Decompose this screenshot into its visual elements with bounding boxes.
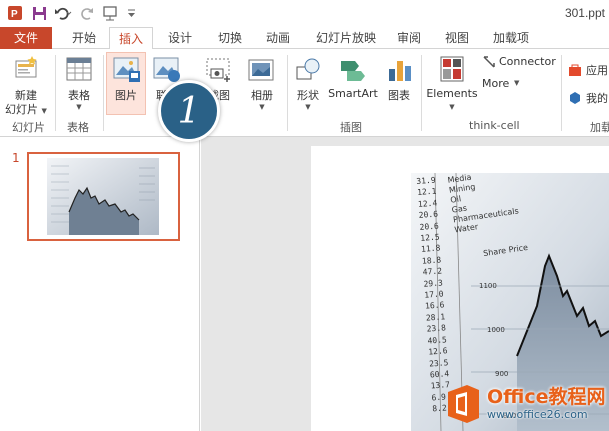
tab-design[interactable]: 设计 [160,27,200,49]
watermark-brand: Office教程网 [487,386,606,408]
document-filename: 301.ppt [564,6,605,20]
table-label: 表格 [68,89,90,102]
table-dropdown-icon: ▼ [76,103,82,111]
shapes-icon [296,58,320,80]
slide-number: 1 [12,151,20,165]
table-icon [66,57,92,81]
elements-dropdown-icon: ▼ [449,103,455,111]
my-addins-label: 我的 [586,92,608,105]
shapes-label: 形状 [297,89,319,102]
album-dropdown-icon: ▼ [259,103,265,111]
my-addins-button[interactable]: 我的 [568,89,609,107]
table-button[interactable]: 表格 ▼ [60,53,98,117]
more-dropdown-icon: ▼ [514,79,520,87]
slide-sector-list: Media Mining Oil Gas Pharmaceuticals Water [447,163,544,235]
office-logo-icon [448,385,479,423]
tab-slideshow[interactable]: 幻灯片放映 [307,27,385,49]
shapes-dropdown-icon: ▼ [305,103,311,111]
y-tick-900: 900 [495,370,509,378]
ribbon-tabs: 文件 开始 插入 设计 切换 动画 幻灯片放映 审阅 视图 加载项 [0,27,609,50]
photo-album-button[interactable]: 相册 ▼ [242,53,282,117]
chart-button[interactable]: 图表 [381,53,417,117]
smartart-button[interactable]: SmartArt [327,53,379,117]
store-label: 应用 [586,64,608,77]
tab-animations[interactable]: 动画 [258,27,298,49]
more-button[interactable]: More ▼ [482,76,542,92]
thinkcell-elements-icon [440,56,464,82]
powerpoint-window: P 301.ppt 文件 开始 插入 设计 切换 动画 幻灯片放映 审阅 视图 … [0,0,609,431]
connector-icon [483,56,495,68]
thinkcell-elements-label: Elements [426,87,478,100]
group-separator [103,55,104,131]
group-label-illustrations: 插图 [340,121,362,134]
my-addins-icon [570,92,580,104]
start-slideshow-icon[interactable] [102,4,120,22]
connector-button[interactable]: Connector [482,54,557,70]
chart-icon [389,61,411,81]
office26-watermark: Office教程网 www.office26.com [441,378,609,431]
tab-review[interactable]: 审阅 [389,27,429,49]
store-icon [569,64,581,76]
svg-text:P: P [11,9,18,20]
group-label-slides: 幻灯片 [12,121,45,134]
tab-file[interactable]: 文件 [0,27,52,49]
chart-label: 图表 [388,89,410,102]
tab-transitions[interactable]: 切换 [210,27,250,49]
new-slide-icon [15,56,37,78]
photo-album-icon [248,59,274,81]
y-tick-1100: 1100 [479,282,497,290]
tab-home[interactable]: 开始 [64,27,104,49]
step-number: 1 [177,91,201,132]
tab-addins[interactable]: 加载项 [485,27,537,49]
thumbnail-image [47,158,159,235]
powerpoint-logo-icon: P [6,4,24,22]
save-icon[interactable] [30,4,48,22]
new-slide-button[interactable]: 新建 幻灯片 ▼ [4,53,48,117]
photo-album-label: 相册 [251,89,273,102]
smartart-icon [341,61,365,81]
screenshot-icon [206,58,230,82]
redo-icon[interactable] [78,4,96,22]
group-separator [421,55,422,131]
group-separator [287,55,288,131]
title-bar: P 301.ppt [0,0,609,27]
picture-button[interactable]: 图片 [106,52,146,115]
new-slide-label-2-text: 幻灯片 [5,103,39,116]
group-separator [561,55,562,131]
slide-thumbnails-panel: 1 [0,137,200,431]
new-slide-label-2: 幻灯片 ▼ [5,103,47,116]
group-separator [55,55,56,131]
quick-access-toolbar: P [6,4,136,22]
undo-icon[interactable] [54,4,72,22]
thinkcell-elements-button[interactable]: Elements ▼ [425,53,479,117]
tab-insert[interactable]: 插入 [109,27,153,50]
more-label: More [482,77,510,90]
store-button[interactable]: 应用 [568,61,609,79]
online-picture-icon [153,57,180,82]
shapes-button[interactable]: 形状 ▼ [290,53,326,117]
smartart-label: SmartArt [328,87,378,100]
ribbon-insert: 新建 幻灯片 ▼ 幻灯片 表格 ▼ 表格 图片 截图 相册 ▼ 形状 ▼ Sma… [0,49,609,137]
picture-icon [113,57,140,82]
step-callout: 1 [158,80,220,142]
watermark-url: www.office26.com [487,408,588,421]
tab-view[interactable]: 视图 [437,27,477,49]
slide-thumbnail[interactable] [27,152,180,241]
connector-label: Connector [499,55,556,68]
picture-label: 图片 [115,89,137,102]
group-label-thinkcell: think-cell [469,119,520,132]
customize-qat-icon[interactable] [126,4,136,22]
group-label-tables: 表格 [67,121,89,134]
y-tick-1000: 1000 [487,326,505,334]
group-label-addins: 加载 [590,121,609,134]
